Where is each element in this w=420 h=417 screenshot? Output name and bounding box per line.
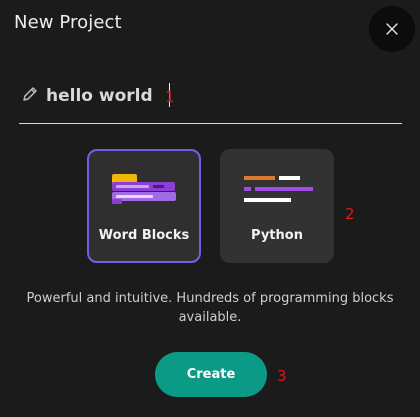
project-type-label: Python — [251, 228, 303, 243]
project-name-input[interactable] — [46, 82, 170, 110]
python-code-icon — [241, 171, 313, 207]
word-blocks-icon — [110, 173, 182, 209]
project-type-word-blocks[interactable]: Word Blocks — [87, 149, 201, 263]
project-name-row — [19, 80, 402, 124]
project-type-label: Word Blocks — [98, 228, 190, 243]
close-button[interactable] — [369, 6, 415, 52]
new-project-dialog: New Project 1 — [0, 0, 420, 417]
annotation-marker-1: 1 — [165, 88, 175, 106]
project-type-python[interactable]: Python — [220, 149, 334, 263]
project-type-description: Powerful and intuitive. Hundreds of prog… — [26, 291, 394, 325]
annotation-marker-2: 2 — [345, 205, 355, 223]
pencil-icon — [21, 85, 39, 103]
annotation-marker-3: 3 — [277, 367, 287, 385]
create-button[interactable]: Create — [155, 352, 267, 397]
dialog-title: New Project — [14, 12, 122, 33]
close-icon — [385, 22, 399, 36]
